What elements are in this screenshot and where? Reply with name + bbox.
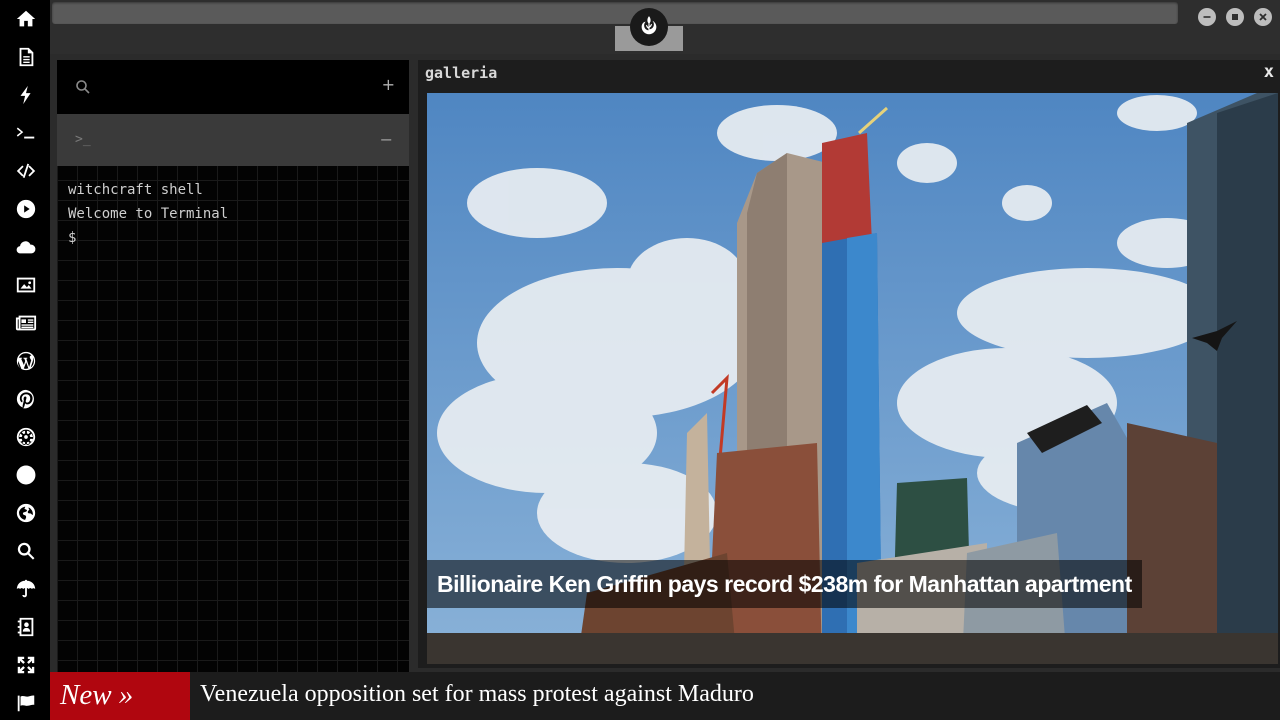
add-terminal-button[interactable]: +: [382, 75, 395, 94]
top-bar: [50, 0, 1280, 54]
globe-icon[interactable]: [13, 500, 39, 526]
terminal-panel: + >_ − witchcraft shell Welcome to Termi…: [57, 60, 409, 672]
terminal-tab[interactable]: >_ −: [57, 114, 409, 166]
prompt-icon: >_: [75, 132, 91, 147]
flag-icon[interactable]: [13, 690, 39, 716]
maximize-button[interactable]: [1226, 8, 1244, 26]
gallery-caption[interactable]: Billionaire Ken Griffin pays record $238…: [427, 560, 1142, 608]
address-bar[interactable]: [52, 2, 1178, 24]
image-icon[interactable]: [13, 272, 39, 298]
code-icon[interactable]: [13, 158, 39, 184]
gallery-close-button[interactable]: x: [1264, 62, 1274, 82]
gallery-title: galleria: [425, 64, 498, 82]
rebel-alliance-logo-icon[interactable]: [630, 8, 668, 46]
terminal-output[interactable]: witchcraft shell Welcome to Terminal $: [68, 178, 228, 250]
home-icon[interactable]: [13, 6, 39, 32]
collapse-terminal-button[interactable]: −: [380, 130, 393, 149]
empire-icon[interactable]: [13, 424, 39, 450]
document-icon[interactable]: [13, 44, 39, 70]
newspaper-icon[interactable]: [13, 310, 39, 336]
terminal-line: witchcraft shell: [68, 182, 203, 198]
sidebar: [0, 0, 50, 720]
bolt-icon[interactable]: [13, 82, 39, 108]
ticker-new-label: New »: [50, 672, 190, 720]
umbrella-icon[interactable]: [13, 576, 39, 602]
news-ticker: New » Venezuela opposition set for mass …: [50, 672, 1280, 720]
gallery-panel: galleria x Billionaire Ken Griffin pays …: [418, 60, 1280, 668]
search-icon[interactable]: [75, 79, 91, 95]
contact-book-icon[interactable]: [13, 614, 39, 640]
terminal-line: Welcome to Terminal: [68, 206, 229, 222]
gallery-photo[interactable]: Billionaire Ken Griffin pays record $238…: [427, 93, 1278, 664]
expand-icon[interactable]: [13, 652, 39, 678]
wordpress-icon[interactable]: [13, 348, 39, 374]
play-icon[interactable]: [13, 196, 39, 222]
terminal-icon[interactable]: [13, 120, 39, 146]
terminal-prompt[interactable]: $: [68, 226, 228, 250]
search-icon[interactable]: [13, 538, 39, 564]
minimize-button[interactable]: [1198, 8, 1216, 26]
cloud-icon[interactable]: [13, 234, 39, 260]
ticker-headline[interactable]: Venezuela opposition set for mass protes…: [200, 672, 754, 720]
pinterest-icon[interactable]: [13, 386, 39, 412]
close-window-button[interactable]: [1254, 8, 1272, 26]
terminal-search-bar[interactable]: +: [57, 60, 409, 114]
network-icon[interactable]: [13, 462, 39, 488]
